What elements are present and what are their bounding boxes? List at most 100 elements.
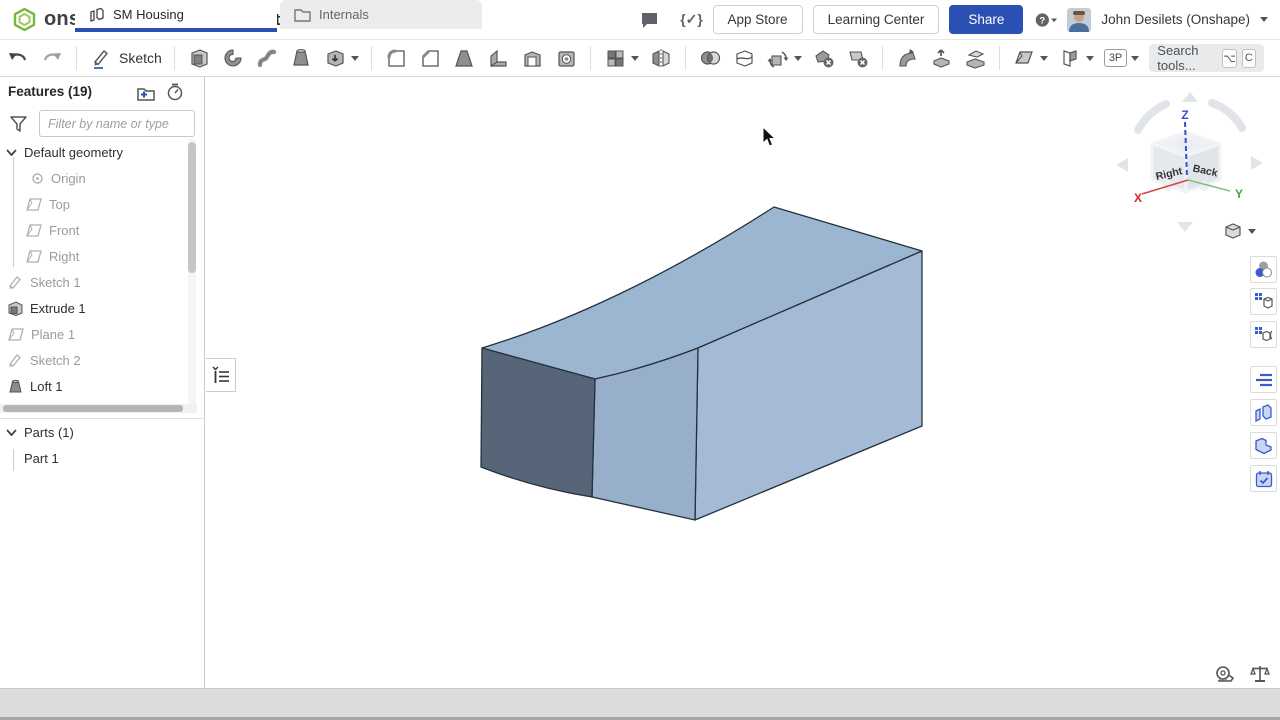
configured-features-panel-button[interactable] bbox=[1250, 321, 1277, 348]
featurescript-notices-icon[interactable]: {✓} bbox=[681, 9, 703, 31]
linear-pattern-icon[interactable] bbox=[603, 46, 627, 70]
svg-text:?: ? bbox=[1040, 15, 1046, 26]
release-management-panel-button[interactable] bbox=[1250, 465, 1277, 492]
delete-part-icon[interactable] bbox=[812, 46, 836, 70]
feature-item-sketch-2[interactable]: Sketch 2 bbox=[0, 347, 186, 373]
feature-list-handle[interactable] bbox=[206, 358, 236, 392]
document-tab-bar bbox=[0, 688, 1280, 717]
thicken-icon[interactable] bbox=[323, 46, 347, 70]
move-face-icon[interactable] bbox=[929, 46, 953, 70]
feature-item-top-plane[interactable]: Top bbox=[0, 191, 186, 217]
appearance-panel-button[interactable] bbox=[1250, 256, 1277, 283]
mirror-icon[interactable] bbox=[649, 46, 673, 70]
surface-dropdown-icon[interactable] bbox=[1086, 56, 1094, 61]
rotate-down-arrow-icon bbox=[1177, 222, 1193, 232]
user-name[interactable]: John Desilets (Onshape) bbox=[1101, 12, 1250, 27]
view-options-button[interactable] bbox=[1224, 222, 1256, 240]
configurations-icon bbox=[1254, 292, 1273, 311]
draft-icon[interactable] bbox=[452, 46, 476, 70]
redo-icon[interactable] bbox=[40, 46, 64, 70]
modify-fillet-icon[interactable] bbox=[895, 46, 919, 70]
extrude-icon[interactable] bbox=[187, 46, 211, 70]
tab-internals[interactable]: Internals bbox=[280, 0, 482, 29]
boolean-icon[interactable] bbox=[698, 46, 722, 70]
parts-list-panel-button[interactable] bbox=[1250, 399, 1277, 426]
custom-tables-panel-button[interactable] bbox=[1250, 366, 1277, 393]
plane-tools-icon[interactable] bbox=[1012, 46, 1036, 70]
delete-face-icon[interactable] bbox=[846, 46, 870, 70]
features-panel-title: Features (19) bbox=[8, 84, 92, 99]
app-store-button[interactable]: App Store bbox=[713, 5, 803, 34]
features-panel: Features (19) Default geometry Origin To… bbox=[0, 77, 205, 688]
rib-icon[interactable] bbox=[486, 46, 510, 70]
feature-item-sketch-1[interactable]: Sketch 1 bbox=[0, 269, 186, 295]
rotate-left-arrow-icon bbox=[1116, 158, 1128, 172]
sweep-icon[interactable] bbox=[255, 46, 279, 70]
user-avatar[interactable] bbox=[1067, 8, 1091, 32]
help-icon[interactable]: ? bbox=[1035, 9, 1057, 31]
active-tab-underline bbox=[75, 28, 277, 32]
feature-item-plane-1[interactable]: Plane 1 bbox=[0, 321, 186, 347]
onshape-logo-icon[interactable] bbox=[12, 7, 37, 32]
measure-tool-button[interactable] bbox=[1214, 665, 1234, 683]
three-point-dropdown-icon[interactable] bbox=[1131, 56, 1139, 61]
features-horizontal-scrollbar[interactable] bbox=[3, 405, 183, 412]
axis-z-label: Z bbox=[1181, 108, 1188, 122]
part-item-part-1[interactable]: Part 1 bbox=[0, 445, 186, 471]
release-calendar-icon bbox=[1255, 470, 1273, 488]
fillet-icon[interactable] bbox=[384, 46, 408, 70]
filter-input[interactable] bbox=[39, 110, 195, 137]
parts-section-header[interactable]: Parts (1) bbox=[0, 419, 186, 445]
loft-icon bbox=[8, 379, 23, 394]
mouse-cursor bbox=[762, 126, 778, 148]
feature-item-origin[interactable]: Origin bbox=[0, 165, 186, 191]
feature-item-front-plane[interactable]: Front bbox=[0, 217, 186, 243]
feature-item-default-geometry[interactable]: Default geometry bbox=[0, 139, 186, 165]
feature-item-right-plane[interactable]: Right bbox=[0, 243, 186, 269]
configured-features-icon bbox=[1254, 325, 1273, 344]
learning-center-button[interactable]: Learning Center bbox=[813, 5, 940, 34]
user-menu-caret-icon[interactable] bbox=[1260, 17, 1268, 22]
pattern-dropdown-icon[interactable] bbox=[631, 56, 639, 61]
rollback-history-icon[interactable] bbox=[165, 82, 185, 102]
plane-icon bbox=[26, 224, 42, 237]
transform-icon[interactable] bbox=[766, 46, 790, 70]
tab-label: Internals bbox=[319, 7, 369, 22]
mass-properties-button[interactable] bbox=[1250, 664, 1270, 684]
feature-item-loft-1[interactable]: Loft 1 bbox=[0, 373, 186, 399]
roll-cw-arrow-icon bbox=[1212, 103, 1242, 128]
shell-icon[interactable] bbox=[520, 46, 544, 70]
features-vertical-scrollbar[interactable] bbox=[188, 142, 196, 273]
transform-dropdown-icon[interactable] bbox=[794, 56, 802, 61]
chamfer-icon[interactable] bbox=[418, 46, 442, 70]
sketch-label[interactable]: Sketch bbox=[119, 50, 162, 66]
sketch-icon bbox=[8, 275, 23, 290]
part-properties-panel-button[interactable] bbox=[1250, 432, 1277, 459]
configurations-panel-button[interactable] bbox=[1250, 288, 1277, 315]
sketch-icon[interactable] bbox=[89, 46, 113, 70]
loft-icon[interactable] bbox=[289, 46, 313, 70]
rotate-up-arrow-icon bbox=[1182, 92, 1198, 102]
comment-icon[interactable] bbox=[639, 9, 661, 31]
revolve-icon[interactable] bbox=[221, 46, 245, 70]
feature-item-extrude-1[interactable]: Extrude 1 bbox=[0, 295, 186, 321]
replace-face-icon[interactable] bbox=[963, 46, 987, 70]
surface-tools-icon[interactable] bbox=[1058, 46, 1082, 70]
tab-label: SM Housing bbox=[113, 7, 184, 22]
split-icon[interactable] bbox=[732, 46, 756, 70]
search-tools[interactable]: Search tools... ⌥ C bbox=[1149, 44, 1264, 72]
create-folder-icon[interactable] bbox=[136, 83, 156, 103]
chevron-down-icon bbox=[6, 429, 17, 436]
tab-sm-housing[interactable]: SM Housing bbox=[75, 0, 277, 29]
thicken-dropdown-icon[interactable] bbox=[351, 56, 359, 61]
share-button[interactable]: Share bbox=[949, 5, 1023, 34]
chevron-down-icon bbox=[6, 149, 17, 156]
origin-icon bbox=[31, 172, 44, 185]
sketch-icon bbox=[8, 353, 23, 368]
measure-tape-icon bbox=[1214, 665, 1234, 683]
three-point-tool[interactable]: 3P bbox=[1104, 49, 1127, 67]
undo-icon[interactable] bbox=[6, 46, 30, 70]
filter-icon[interactable] bbox=[8, 114, 28, 134]
hole-icon[interactable] bbox=[554, 46, 578, 70]
plane-dropdown-icon[interactable] bbox=[1040, 56, 1048, 61]
